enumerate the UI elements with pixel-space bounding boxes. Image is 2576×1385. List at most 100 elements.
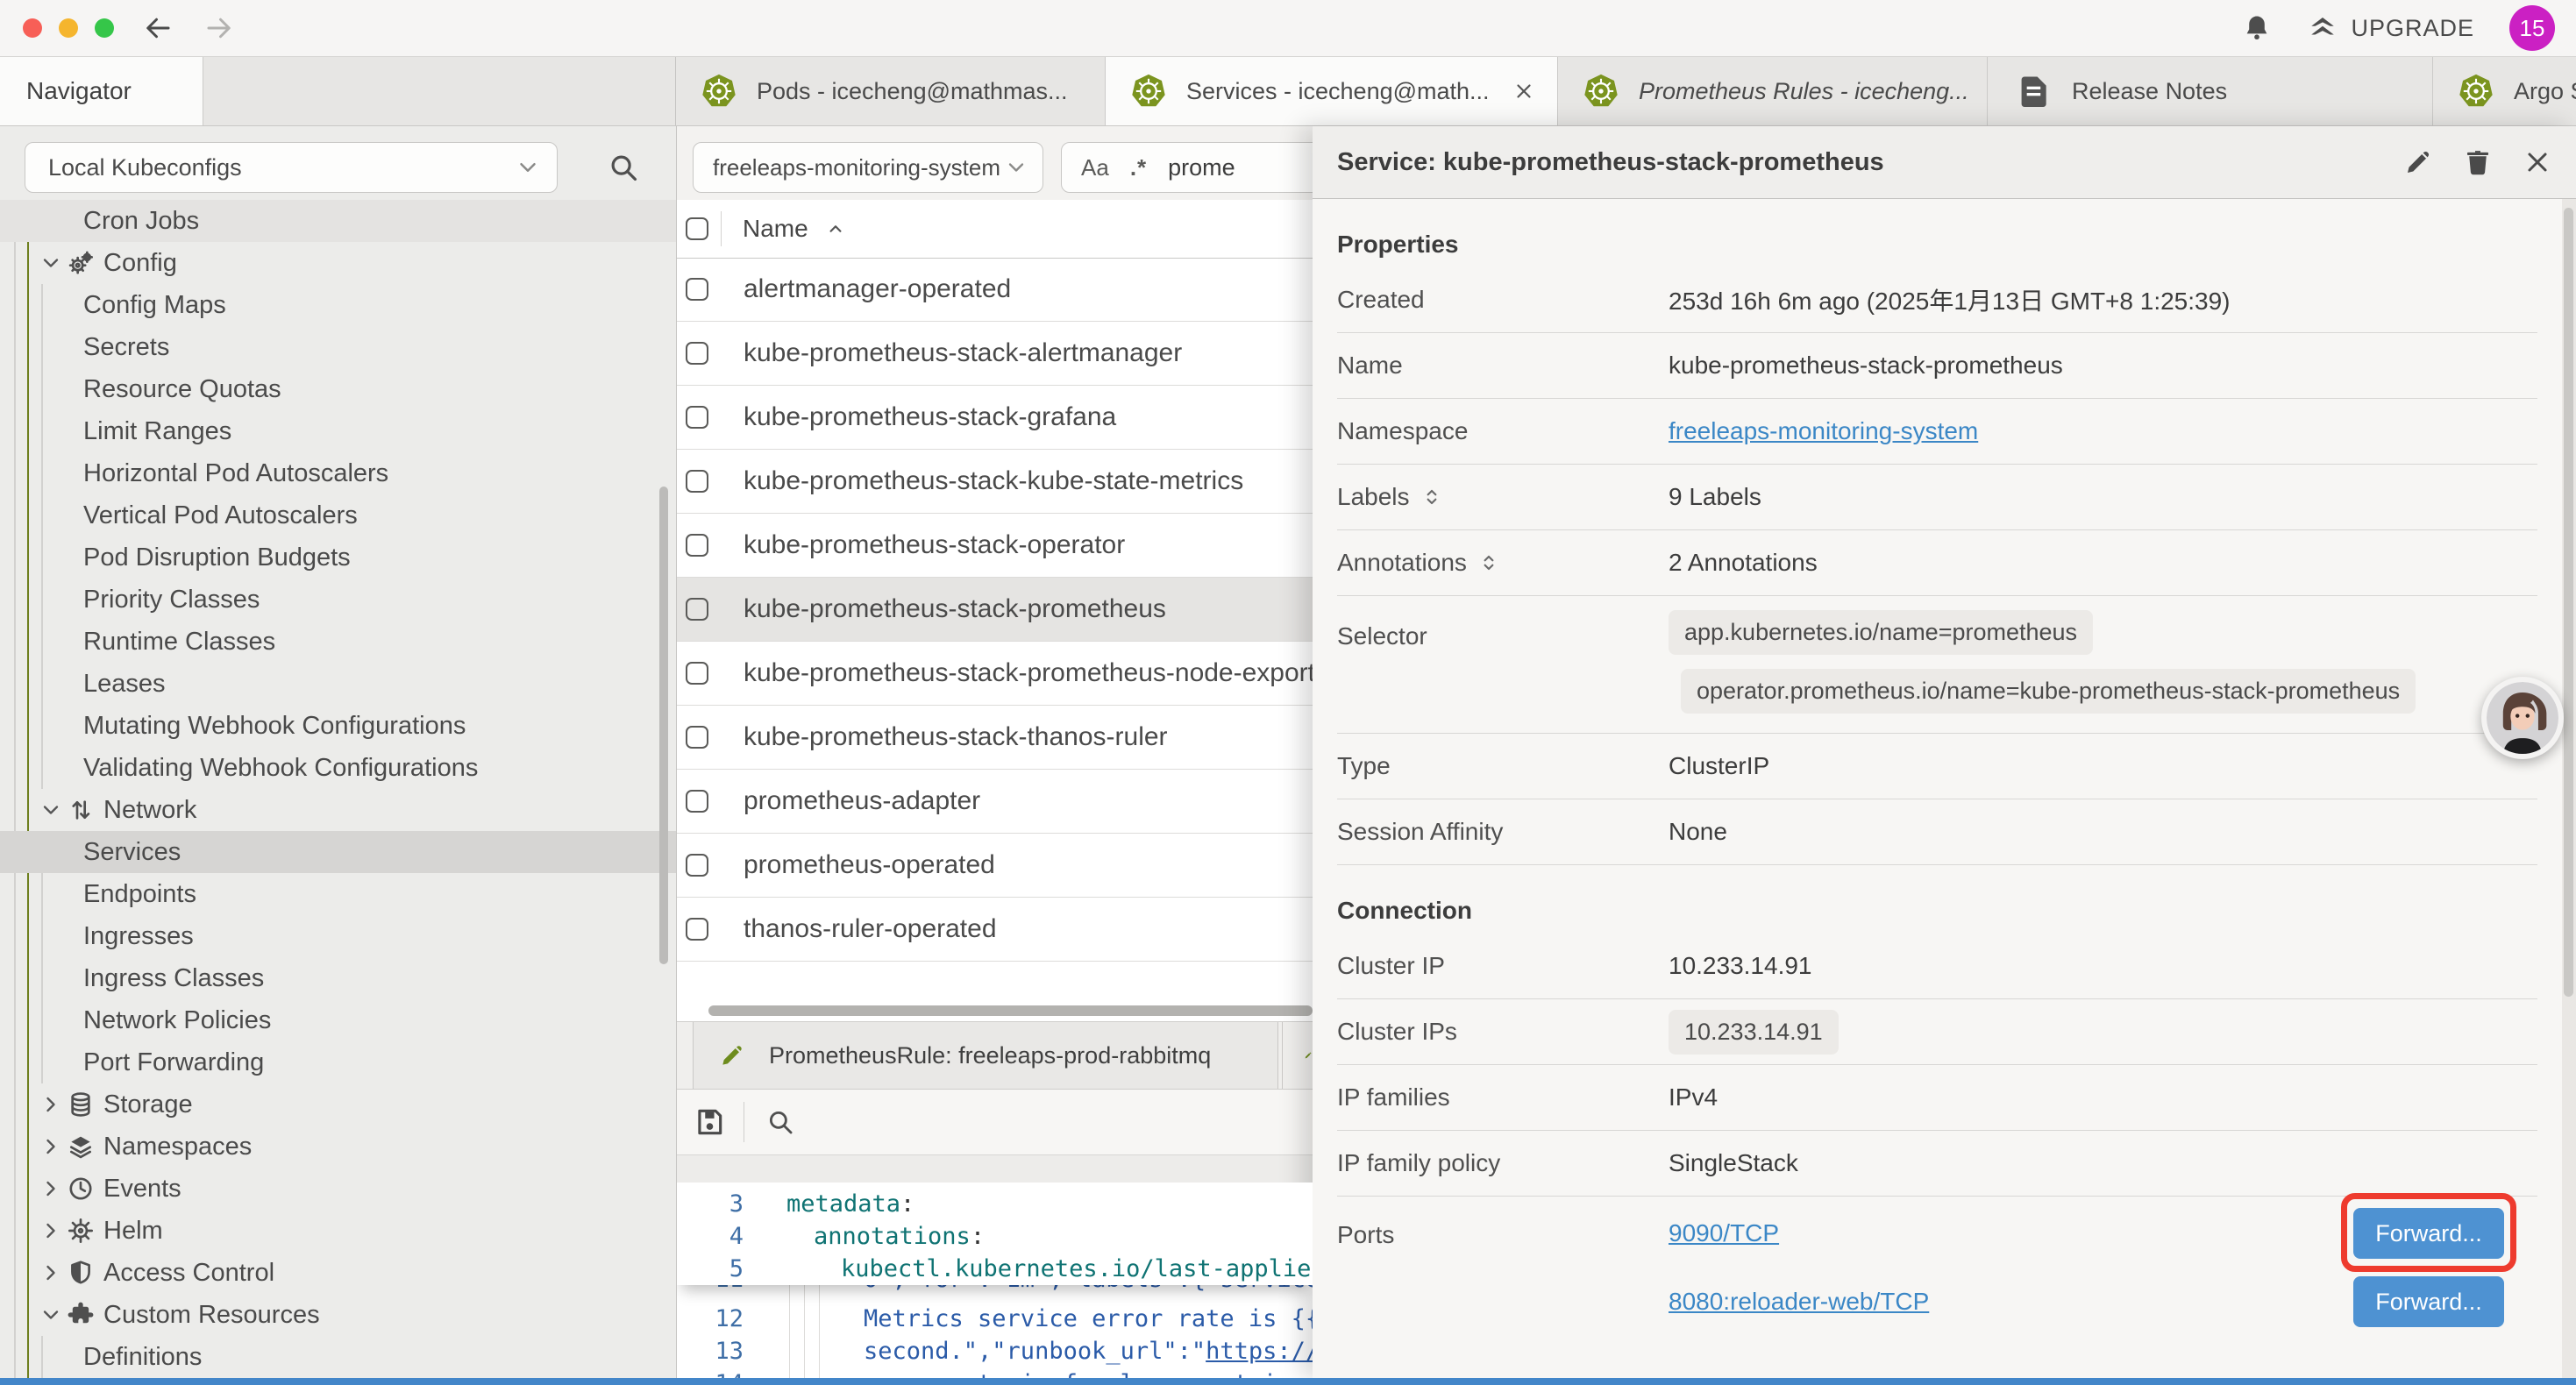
sidebar-item[interactable]: Storage bbox=[0, 1083, 676, 1126]
forward-button[interactable]: Forward... bbox=[2353, 1208, 2504, 1259]
table-row[interactable]: thanos-ruler-operated bbox=[677, 898, 1313, 962]
save-icon[interactable] bbox=[693, 1105, 726, 1139]
user-avatar[interactable] bbox=[2481, 677, 2564, 759]
row-checkbox[interactable] bbox=[686, 662, 708, 685]
port-link[interactable]: 8080:reloader-web/TCP bbox=[1669, 1288, 1929, 1316]
chevron-down-icon[interactable] bbox=[39, 251, 63, 275]
table-row[interactable]: prometheus-operated bbox=[677, 834, 1313, 898]
sidebar-scrollbar[interactable] bbox=[659, 487, 668, 964]
annotations-value[interactable]: 2 Annotations bbox=[1669, 549, 2537, 577]
namespace-link[interactable]: freeleaps-monitoring-system bbox=[1669, 417, 1978, 444]
sidebar-item[interactable]: Priority Classes bbox=[0, 579, 676, 621]
sidebar-item[interactable]: Helm bbox=[0, 1210, 676, 1252]
table-row[interactable]: kube-prometheus-stack-grafana bbox=[677, 386, 1313, 450]
sidebar-item[interactable]: Ingress Classes bbox=[0, 957, 676, 999]
horizontal-scrollbar[interactable] bbox=[708, 1005, 1313, 1016]
regex-toggle[interactable]: .* bbox=[1130, 154, 1147, 181]
port-link[interactable]: 9090/TCP bbox=[1669, 1219, 1779, 1247]
sidebar-item[interactable]: Resource Quotas bbox=[0, 368, 676, 410]
sidebar-item[interactable]: Horizontal Pod Autoscalers bbox=[0, 452, 676, 494]
chevron-right-icon[interactable] bbox=[39, 1092, 63, 1117]
row-checkbox[interactable] bbox=[686, 854, 708, 877]
sidebar-item[interactable]: Cron Jobs bbox=[0, 200, 676, 242]
sidebar-item[interactable]: Secrets bbox=[0, 326, 676, 368]
table-row[interactable]: kube-prometheus-stack-kube-state-metrics bbox=[677, 450, 1313, 514]
table-row[interactable]: kube-prometheus-stack-prometheus bbox=[677, 578, 1313, 642]
select-all-checkbox[interactable] bbox=[686, 217, 708, 240]
table-row[interactable]: prometheus-adapter bbox=[677, 770, 1313, 834]
delete-icon[interactable] bbox=[2462, 146, 2494, 178]
yaml-editor[interactable]: 3 metadata: 4 annotations: bbox=[677, 1183, 1313, 1378]
chevron-down-icon[interactable] bbox=[39, 798, 63, 822]
chevron-right-icon[interactable] bbox=[39, 1176, 63, 1201]
sidebar-item[interactable]: Definitions bbox=[0, 1336, 676, 1378]
table-row[interactable]: kube-prometheus-stack-thanos-ruler bbox=[677, 706, 1313, 770]
editor-tab-partial[interactable] bbox=[1282, 1022, 1313, 1089]
table-row[interactable]: alertmanager-operated bbox=[677, 258, 1313, 322]
upgrade-button[interactable]: UPGRADE bbox=[2307, 12, 2474, 44]
notification-count-badge[interactable]: 15 bbox=[2509, 5, 2555, 51]
sidebar-item[interactable]: Access Control bbox=[0, 1252, 676, 1294]
window-close-button[interactable] bbox=[23, 18, 42, 38]
row-checkbox[interactable] bbox=[686, 726, 708, 749]
window-minimize-button[interactable] bbox=[59, 18, 78, 38]
tab-navigator[interactable]: Navigator bbox=[0, 57, 203, 125]
detail-scrollbar-thumb[interactable] bbox=[2564, 208, 2573, 997]
sidebar-item[interactable]: Leases bbox=[0, 663, 676, 705]
sidebar-item[interactable]: Config Maps bbox=[0, 284, 676, 326]
editor-tab[interactable]: PrometheusRule: freeleaps-prod-rabbitmq bbox=[693, 1022, 1278, 1089]
row-checkbox[interactable] bbox=[686, 406, 708, 429]
match-case-toggle[interactable]: Aa bbox=[1081, 154, 1109, 181]
sidebar-item[interactable]: Vertical Pod Autoscalers bbox=[0, 494, 676, 536]
sidebar-item[interactable]: Pod Disruption Budgets bbox=[0, 536, 676, 579]
tab-argo[interactable]: Argo Se bbox=[2433, 57, 2576, 125]
row-checkbox[interactable] bbox=[686, 534, 708, 557]
namespace-select[interactable]: freeleaps-monitoring-system bbox=[693, 142, 1043, 193]
row-checkbox[interactable] bbox=[686, 342, 708, 365]
edit-icon[interactable] bbox=[2402, 146, 2434, 178]
sidebar-item[interactable]: Runtime Classes bbox=[0, 621, 676, 663]
sidebar-item[interactable]: Ingresses bbox=[0, 915, 676, 957]
chevron-right-icon[interactable] bbox=[39, 1261, 63, 1285]
expander-icon[interactable] bbox=[1477, 551, 1500, 574]
sidebar-item[interactable]: Endpoints bbox=[0, 873, 676, 915]
sidebar-item[interactable]: Port Forwarding bbox=[0, 1041, 676, 1083]
row-checkbox[interactable] bbox=[686, 598, 708, 621]
chevron-right-icon[interactable] bbox=[39, 1218, 63, 1243]
expander-icon[interactable] bbox=[1420, 486, 1443, 508]
chevron-right-icon[interactable] bbox=[39, 1134, 63, 1159]
labels-value[interactable]: 9 Labels bbox=[1669, 483, 2537, 511]
row-checkbox[interactable] bbox=[686, 918, 708, 941]
back-icon[interactable] bbox=[142, 12, 174, 44]
sidebar-item[interactable]: Validating Webhook Configurations bbox=[0, 747, 676, 789]
row-checkbox[interactable] bbox=[686, 278, 708, 301]
tab-prometheus-rules[interactable]: Prometheus Rules - icecheng... bbox=[1558, 57, 1988, 125]
sidebar-item[interactable]: Network Policies bbox=[0, 999, 676, 1041]
table-row[interactable]: kube-prometheus-stack-prometheus-node-ex… bbox=[677, 642, 1313, 706]
tab-services[interactable]: Services - icecheng@math... bbox=[1106, 57, 1558, 125]
chevron-down-icon[interactable] bbox=[39, 1303, 63, 1327]
window-zoom-button[interactable] bbox=[95, 18, 114, 38]
detail-scrollbar-track[interactable] bbox=[2562, 199, 2576, 1378]
tab-pods[interactable]: Pods - icecheng@mathmas... bbox=[676, 57, 1106, 125]
tab-release-notes[interactable]: Release Notes bbox=[1988, 57, 2433, 125]
forward-icon[interactable] bbox=[203, 12, 235, 44]
row-checkbox[interactable] bbox=[686, 470, 708, 493]
table-row[interactable]: kube-prometheus-stack-alertmanager bbox=[677, 322, 1313, 386]
sidebar-item[interactable]: Custom Resources bbox=[0, 1294, 676, 1336]
sidebar-item[interactable]: Limit Ranges bbox=[0, 410, 676, 452]
sort-ascending-icon[interactable] bbox=[824, 217, 847, 240]
name-column-header[interactable]: Name bbox=[743, 215, 808, 243]
row-checkbox[interactable] bbox=[686, 790, 708, 813]
sidebar-item[interactable]: Mutating Webhook Configurations bbox=[0, 705, 676, 747]
sidebar-item[interactable]: Namespaces bbox=[0, 1126, 676, 1168]
filter-input[interactable]: Aa .* prome bbox=[1061, 142, 1313, 193]
table-row[interactable]: kube-prometheus-stack-operator bbox=[677, 514, 1313, 578]
notifications-bell-icon[interactable] bbox=[2242, 13, 2272, 43]
forward-button[interactable]: Forward... bbox=[2353, 1276, 2504, 1327]
editor-search-icon[interactable] bbox=[765, 1107, 795, 1137]
sidebar-search-icon[interactable] bbox=[607, 151, 640, 184]
close-tab-icon[interactable] bbox=[1512, 80, 1535, 103]
sidebar-item[interactable]: Config bbox=[0, 242, 676, 284]
kubeconfig-source-select[interactable]: Local Kubeconfigs bbox=[25, 142, 558, 193]
